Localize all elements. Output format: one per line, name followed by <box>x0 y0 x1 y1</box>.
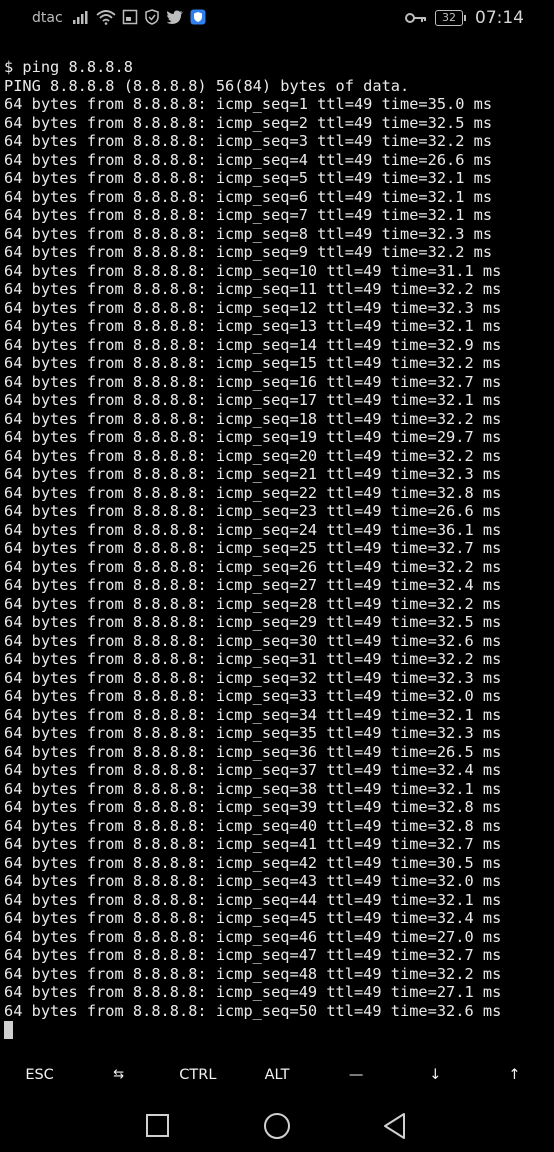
extra-keys-row: ESC ⇆ CTRL ALT — ↓ ↑ <box>0 1058 554 1092</box>
output-line: 64 bytes from 8.8.8.8: icmp_seq=29 ttl=4… <box>4 613 502 631</box>
back-button[interactable] <box>380 1110 412 1142</box>
output-line: 64 bytes from 8.8.8.8: icmp_seq=32 ttl=4… <box>4 668 502 687</box>
output-line: 64 bytes from 8.8.8.8: icmp_seq=19 ttl=4… <box>4 428 502 446</box>
output-line: 64 bytes from 8.8.8.8: icmp_seq=38 ttl=4… <box>4 779 502 798</box>
wifi-icon <box>96 9 116 25</box>
output-line: 64 bytes from 8.8.8.8: icmp_seq=50 ttl=4… <box>4 1001 502 1020</box>
output-line: 64 bytes from 8.8.8.8: icmp_seq=25 ttl=4… <box>4 539 502 557</box>
output-line: 64 bytes from 8.8.8.8: icmp_seq=31 ttl=4… <box>4 650 502 668</box>
output-line: 64 bytes from 8.8.8.8: icmp_seq=16 ttl=4… <box>4 372 502 391</box>
output-line: 64 bytes from 8.8.8.8: icmp_seq=24 ttl=4… <box>4 520 502 539</box>
output-line: 64 bytes from 8.8.8.8: icmp_seq=22 ttl=4… <box>4 483 502 502</box>
output-line: 64 bytes from 8.8.8.8: icmp_seq=15 ttl=4… <box>4 354 502 372</box>
output-line: 64 bytes from 8.8.8.8: icmp_seq=35 ttl=4… <box>4 724 502 742</box>
output-line: 64 bytes from 8.8.8.8: icmp_seq=21 ttl=4… <box>4 465 502 483</box>
output-line: 64 bytes from 8.8.8.8: icmp_seq=40 ttl=4… <box>4 816 502 835</box>
tab-key[interactable]: ⇆ <box>79 1058 158 1092</box>
output-line: 64 bytes from 8.8.8.8: icmp_seq=23 ttl=4… <box>4 502 502 520</box>
output-line: 64 bytes from 8.8.8.8: icmp_seq=33 ttl=4… <box>4 687 502 705</box>
navigation-bar <box>0 1100 554 1152</box>
output-line: 64 bytes from 8.8.8.8: icmp_seq=18 ttl=4… <box>4 409 502 428</box>
home-circle-icon <box>261 1110 293 1142</box>
output-line: 64 bytes from 8.8.8.8: icmp_seq=41 ttl=4… <box>4 835 502 853</box>
output-line: 64 bytes from 8.8.8.8: icmp_seq=3 ttl=49… <box>4 132 493 150</box>
battery-icon: 32 <box>435 10 466 26</box>
output-line: 64 bytes from 8.8.8.8: icmp_seq=34 ttl=4… <box>4 705 502 724</box>
recents-square-icon <box>142 1110 174 1142</box>
output-line: 64 bytes from 8.8.8.8: icmp_seq=11 ttl=4… <box>4 280 502 298</box>
screenshot-icon <box>122 9 138 25</box>
home-button[interactable] <box>261 1110 293 1142</box>
output-line: 64 bytes from 8.8.8.8: icmp_seq=10 ttl=4… <box>4 261 502 280</box>
ctrl-key[interactable]: CTRL <box>158 1058 237 1092</box>
output-line: 64 bytes from 8.8.8.8: icmp_seq=5 ttl=49… <box>4 169 493 187</box>
status-icons-left <box>72 9 206 25</box>
output-line: 64 bytes from 8.8.8.8: icmp_seq=47 ttl=4… <box>4 946 502 964</box>
up-arrow-key[interactable]: ↑ <box>475 1058 554 1092</box>
output-line: 64 bytes from 8.8.8.8: icmp_seq=37 ttl=4… <box>4 761 502 779</box>
terminal-cursor <box>4 1021 13 1039</box>
output-line: 64 bytes from 8.8.8.8: icmp_seq=46 ttl=4… <box>4 927 502 946</box>
output-line: 64 bytes from 8.8.8.8: icmp_seq=14 ttl=4… <box>4 335 502 354</box>
clock: 07:14 <box>475 8 524 28</box>
output-line: 64 bytes from 8.8.8.8: icmp_seq=42 ttl=4… <box>4 853 502 872</box>
esc-key[interactable]: ESC <box>0 1058 79 1092</box>
output-line: PING 8.8.8.8 (8.8.8.8) 56(84) bytes of d… <box>4 76 410 95</box>
output-line: 64 bytes from 8.8.8.8: icmp_seq=6 ttl=49… <box>4 187 493 206</box>
output-line: 64 bytes from 8.8.8.8: icmp_seq=44 ttl=4… <box>4 890 502 909</box>
output-line: 64 bytes from 8.8.8.8: icmp_seq=43 ttl=4… <box>4 872 502 890</box>
output-line: 64 bytes from 8.8.8.8: icmp_seq=48 ttl=4… <box>4 964 502 983</box>
output-line: 64 bytes from 8.8.8.8: icmp_seq=7 ttl=49… <box>4 206 493 224</box>
output-line: 64 bytes from 8.8.8.8: icmp_seq=4 ttl=49… <box>4 150 493 169</box>
output-line: 64 bytes from 8.8.8.8: icmp_seq=36 ttl=4… <box>4 742 502 761</box>
status-icons-right: 32 07:14 <box>405 8 524 28</box>
signal-icon <box>72 10 90 24</box>
carrier-name: dtac <box>32 10 63 26</box>
shield-icon <box>144 9 160 25</box>
output-line: 64 bytes from 8.8.8.8: icmp_seq=13 ttl=4… <box>4 317 502 335</box>
output-line: 64 bytes from 8.8.8.8: icmp_seq=2 ttl=49… <box>4 113 493 132</box>
output-line: 64 bytes from 8.8.8.8: icmp_seq=1 ttl=49… <box>4 95 493 113</box>
output-line: 64 bytes from 8.8.8.8: icmp_seq=39 ttl=4… <box>4 798 502 816</box>
output-line: 64 bytes from 8.8.8.8: icmp_seq=49 ttl=4… <box>4 983 502 1001</box>
command-line: $ ping 8.8.8.8 <box>4 58 133 76</box>
output-line: 64 bytes from 8.8.8.8: icmp_seq=45 ttl=4… <box>4 909 502 927</box>
output-line: 64 bytes from 8.8.8.8: icmp_seq=30 ttl=4… <box>4 631 502 650</box>
output-line: 64 bytes from 8.8.8.8: icmp_seq=9 ttl=49… <box>4 243 493 261</box>
twitter-icon <box>166 10 184 25</box>
output-line: 64 bytes from 8.8.8.8: icmp_seq=17 ttl=4… <box>4 391 502 409</box>
key-icon <box>405 9 427 28</box>
output-line: 64 bytes from 8.8.8.8: icmp_seq=20 ttl=4… <box>4 446 502 465</box>
security-app-icon <box>190 9 206 25</box>
dash-key[interactable]: — <box>317 1058 396 1092</box>
recents-button[interactable] <box>142 1110 174 1142</box>
alt-key[interactable]: ALT <box>237 1058 316 1092</box>
back-triangle-icon <box>380 1110 412 1142</box>
output-line: 64 bytes from 8.8.8.8: icmp_seq=8 ttl=49… <box>4 224 493 243</box>
terminal-output[interactable]: $ ping 8.8.8.8 PING 8.8.8.8 (8.8.8.8) 56(… <box>4 58 554 1039</box>
status-bar: dtac 32 07:14 <box>0 0 554 38</box>
output-line: 64 bytes from 8.8.8.8: icmp_seq=27 ttl=4… <box>4 576 502 594</box>
output-line: 64 bytes from 8.8.8.8: icmp_seq=26 ttl=4… <box>4 557 502 576</box>
battery-level: 32 <box>442 11 456 24</box>
down-arrow-key[interactable]: ↓ <box>396 1058 475 1092</box>
output-line: 64 bytes from 8.8.8.8: icmp_seq=28 ttl=4… <box>4 594 502 613</box>
output-line: 64 bytes from 8.8.8.8: icmp_seq=12 ttl=4… <box>4 298 502 317</box>
